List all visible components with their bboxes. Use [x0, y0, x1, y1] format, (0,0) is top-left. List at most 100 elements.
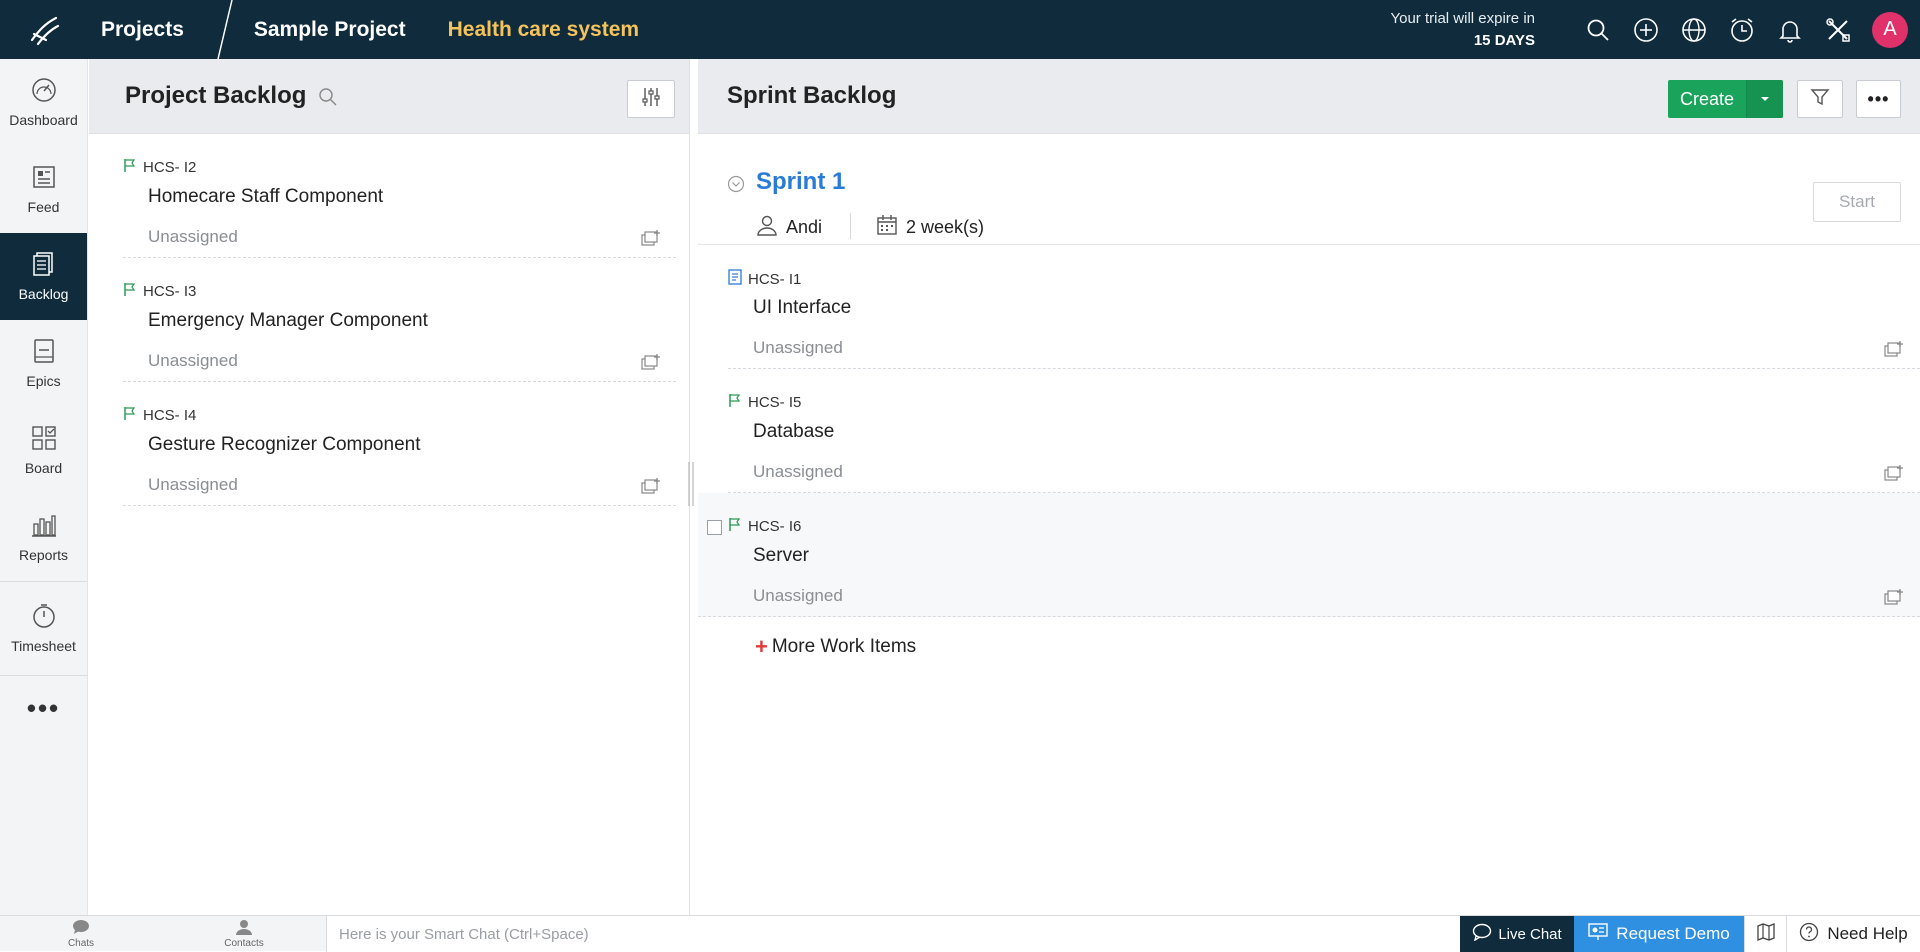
backlog-settings-button[interactable]: [627, 80, 675, 118]
sidebar-item-reports[interactable]: Reports: [0, 494, 87, 581]
sprint-header: Sprint 1 Andi 2 week(s) Start: [698, 134, 1920, 245]
sidebar-item-board[interactable]: Board: [0, 407, 87, 494]
user-icon: [756, 214, 778, 241]
move-to-backlog-icon[interactable]: [1884, 464, 1904, 487]
contacts-tab[interactable]: Contacts: [162, 916, 326, 952]
select-checkbox[interactable]: [707, 520, 722, 535]
move-to-sprint-icon[interactable]: [641, 353, 661, 376]
issue-assignee[interactable]: Unassigned: [753, 586, 843, 606]
flag-icon: [728, 393, 742, 411]
list-item[interactable]: HCS- I1 UI Interface Unassigned: [728, 245, 1920, 369]
user-avatar[interactable]: A: [1872, 11, 1908, 48]
more-options-button[interactable]: •••: [1856, 80, 1901, 118]
issue-id[interactable]: HCS- I5: [728, 393, 801, 411]
sidebar-item-label: Backlog: [18, 286, 69, 302]
issue-title[interactable]: Homecare Staff Component: [148, 186, 383, 208]
sidebar-item-epics[interactable]: Epics: [0, 320, 87, 407]
breadcrumb-projects[interactable]: Projects: [101, 0, 184, 59]
calendar-icon: [876, 214, 898, 241]
globe-icon[interactable]: [1670, 0, 1718, 59]
list-item[interactable]: HCS- I5 Database Unassigned: [728, 369, 1920, 493]
sidebar-item-label: Timesheet: [11, 638, 76, 654]
issue-assignee[interactable]: Unassigned: [148, 351, 238, 371]
chevron-down-icon[interactable]: [1747, 80, 1783, 118]
issue-id-text: HCS- I1: [748, 270, 802, 288]
panel-resize-handle[interactable]: [686, 462, 696, 506]
sidebar-item-label: Board: [24, 460, 63, 476]
collapse-icon[interactable]: [727, 175, 745, 198]
sidebar-item-backlog[interactable]: Backlog: [0, 233, 87, 320]
issue-title[interactable]: Gesture Recognizer Component: [148, 434, 420, 456]
more-work-items-link[interactable]: + More Work Items: [755, 634, 916, 660]
sidebar-item-label: Feed: [27, 199, 60, 215]
flag-icon: [123, 406, 137, 424]
plus-icon: +: [755, 634, 768, 659]
issue-id[interactable]: HCS- I1: [728, 269, 801, 289]
create-button[interactable]: Create: [1668, 80, 1783, 118]
top-bar: Projects Sample Project Health care syst…: [0, 0, 1920, 59]
help-icon: [1799, 922, 1819, 947]
request-demo-button[interactable]: Request Demo: [1574, 916, 1744, 952]
story-icon: [728, 269, 742, 289]
move-to-sprint-icon[interactable]: [641, 477, 661, 500]
breadcrumb-module[interactable]: Health care system: [448, 0, 639, 59]
issue-id[interactable]: HCS- I2: [123, 158, 196, 176]
issue-id-text: HCS- I5: [748, 393, 802, 411]
issue-assignee[interactable]: Unassigned: [148, 227, 238, 247]
panel-title: Project Backlog: [125, 82, 307, 109]
chats-tab[interactable]: Chats: [0, 916, 162, 952]
sidebar-item-label: Dashboard: [9, 112, 78, 128]
issue-assignee[interactable]: Unassigned: [148, 475, 238, 495]
filter-button[interactable]: [1797, 80, 1843, 118]
issue-title[interactable]: Server: [753, 545, 809, 567]
live-chat-button[interactable]: Live Chat: [1460, 916, 1574, 952]
sidebar-item-timesheet[interactable]: Timesheet: [0, 581, 87, 676]
sidebar-item-dashboard[interactable]: Dashboard: [0, 59, 87, 146]
trial-text: Your trial will expire in: [1390, 10, 1535, 27]
sprint-duration[interactable]: 2 week(s): [876, 214, 984, 241]
need-help-button[interactable]: Need Help: [1786, 916, 1920, 952]
list-item[interactable]: HCS- I4 Gesture Recognizer Component Una…: [123, 382, 676, 506]
epics-icon: [31, 338, 57, 367]
move-to-backlog-icon[interactable]: [1884, 588, 1904, 611]
move-to-backlog-icon[interactable]: [1884, 340, 1904, 363]
issue-id[interactable]: HCS- I3: [123, 282, 196, 300]
issue-assignee[interactable]: Unassigned: [753, 462, 843, 482]
sidebar-more-button[interactable]: •••: [0, 676, 87, 740]
list-item[interactable]: HCS- I6 Server Unassigned: [698, 493, 1920, 617]
create-button-label[interactable]: Create: [1668, 80, 1747, 118]
move-to-sprint-icon[interactable]: [641, 229, 661, 252]
start-sprint-button[interactable]: Start: [1813, 182, 1901, 222]
more-work-items-label: More Work Items: [771, 636, 917, 657]
sprint-owner-name: Andi: [786, 217, 823, 237]
issue-title[interactable]: UI Interface: [753, 297, 851, 319]
sprint-owner[interactable]: Andi: [756, 214, 822, 241]
map-button[interactable]: [1744, 916, 1786, 952]
issue-title[interactable]: Database: [753, 421, 834, 443]
clock-icon[interactable]: [1718, 0, 1766, 59]
issue-id-text: HCS- I4: [143, 406, 197, 424]
project-backlog-panel: Project Backlog HCS- I2 Homecare Staff C…: [89, 59, 690, 915]
breadcrumb-project[interactable]: Sample Project: [254, 0, 406, 59]
sidebar-item-feed[interactable]: Feed: [0, 146, 87, 233]
search-icon[interactable]: [1574, 0, 1622, 59]
issue-assignee[interactable]: Unassigned: [753, 338, 843, 358]
list-item[interactable]: HCS- I3 Emergency Manager Component Unas…: [123, 258, 676, 382]
tools-icon[interactable]: [1814, 0, 1862, 59]
timer-icon: [31, 603, 57, 632]
add-icon[interactable]: [1622, 0, 1670, 59]
sprint-name[interactable]: Sprint 1: [756, 168, 845, 196]
issue-id[interactable]: HCS- I4: [123, 406, 196, 424]
request-demo-label: Request Demo: [1616, 924, 1730, 943]
divider: [850, 213, 851, 239]
bell-icon[interactable]: [1766, 0, 1814, 59]
chats-label: Chats: [67, 937, 95, 949]
app-logo-icon[interactable]: [0, 0, 88, 59]
flag-icon: [123, 282, 137, 300]
search-icon[interactable]: [318, 87, 338, 112]
issue-id[interactable]: HCS- I6: [728, 517, 801, 535]
flag-icon: [123, 158, 137, 176]
issue-title[interactable]: Emergency Manager Component: [148, 310, 428, 332]
list-item[interactable]: HCS- I2 Homecare Staff Component Unassig…: [123, 134, 676, 258]
smart-chat-input[interactable]: Here is your Smart Chat (Ctrl+Space): [326, 916, 1460, 952]
